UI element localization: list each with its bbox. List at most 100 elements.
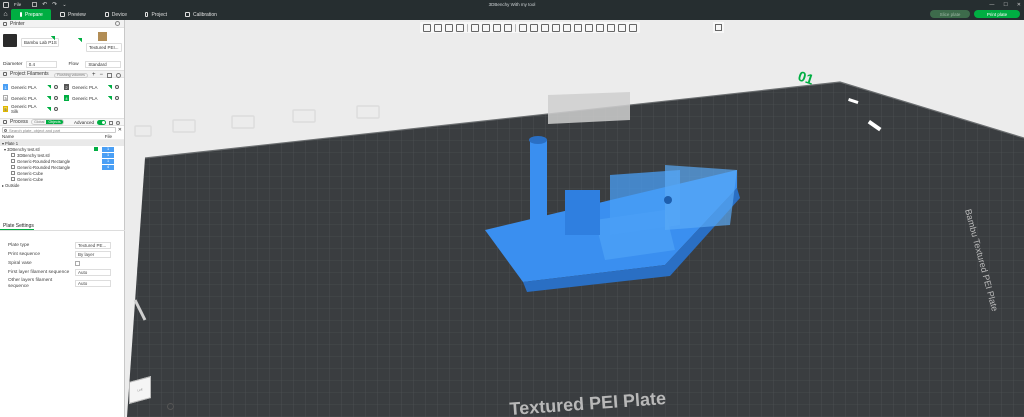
first-layer-sequence-row: First layer filament sequence Auto [0,268,125,277]
plate-icons [134,105,380,137]
tab-device[interactable]: Device [96,9,136,20]
tab-calibration[interactable]: Calibration [176,9,226,20]
rotate-icon[interactable] [530,23,538,32]
spiral-vase-row: Spiral vase [0,259,125,268]
spiral-vase-checkbox[interactable] [75,261,80,266]
orient-icon[interactable] [445,23,453,32]
plate-type-field[interactable]: Textured PE... [75,242,111,249]
part-filament-badge[interactable]: 1 [102,158,114,164]
filament-item[interactable]: 4 Generic PLA [64,94,119,102]
other-layers-sequence-row: Other layers filament sequence Auto [0,277,125,290]
device-icon [105,12,109,17]
minimize-button[interactable]: — [989,2,994,8]
print-sequence-field[interactable]: By layer [75,251,111,258]
part-icon [11,177,15,181]
close-button[interactable]: ✕ [1017,2,1021,8]
filament-settings-icon[interactable] [54,96,58,100]
color-paint-icon[interactable] [596,23,604,32]
search-icon [4,129,7,132]
move-icon[interactable] [519,23,527,32]
3d-viewport[interactable]: 01 Bambu Textured PEI Plate Textured PEI… [125,20,1024,417]
view-options-button[interactable] [713,22,724,33]
filament-item[interactable]: 1 Generic PLA [3,83,58,91]
filament-list: 1 Generic PLA 2 Generic PLA 3 Generic PL… [0,78,124,118]
print-sequence-row: Print sequence By layer [0,250,125,259]
home-icon[interactable]: ⌂ [0,9,11,20]
scale-icon[interactable] [541,23,549,32]
part-icon [11,171,15,175]
filament-settings-icon[interactable] [54,107,58,111]
flushing-volumes-button[interactable]: Flushing volumes [54,72,88,78]
calibration-icon [185,12,190,17]
left-sidebar: Printer Bambu Lab P1S Textured PEI... Di… [0,20,125,417]
tab-prepare[interactable]: Prepare [11,9,51,20]
plate-type-select[interactable]: Textured PEI... [86,43,122,52]
assembly-icon[interactable] [629,23,637,32]
preview-icon [60,12,65,17]
viewport-toolbar [420,22,640,33]
tab-preview[interactable]: Preview [51,9,96,20]
filament-settings-icon[interactable] [116,72,121,78]
part-filament-badge[interactable]: 4 [102,164,114,170]
plate-settings-panel: Plate Settings Plate type Textured PE...… [0,222,125,290]
objects-toggle[interactable]: Objects [46,120,63,124]
add-object-icon[interactable] [423,23,431,32]
part-filament-badge[interactable]: 1 [102,152,114,158]
filament-item[interactable]: 3 Generic PLA [3,94,58,102]
slice-plate-button[interactable]: Slice plate [930,10,970,18]
add-plate-icon[interactable] [434,23,442,32]
printer-settings-icon[interactable] [115,21,120,26]
main-tab-bar: ⌂ Prepare Preview Device Project Calibra… [0,9,1024,20]
window-title: 3DBenchy With my tool [488,2,536,7]
seam-paint-icon[interactable] [585,23,593,32]
filament-item[interactable]: 5 Generic PLA Silk [3,104,58,114]
diameter-select[interactable]: 0.4 [25,60,58,68]
filament-settings-icon[interactable] [115,85,119,89]
filament-settings-icon[interactable] [54,85,58,89]
prepare-icon [20,12,22,17]
clear-search-icon[interactable]: ✕ [118,127,122,133]
scene-canvas[interactable]: 01 Bambu Textured PEI Plate Textured PEI… [125,20,1024,417]
other-layers-sequence-field[interactable]: Auto [75,280,111,287]
object-filament-badge[interactable]: 1 [102,146,114,152]
process-scope-toggle[interactable]: Global Objects [31,119,64,125]
plate-type-row: Plate type Textured PE... [0,241,125,250]
flow-select[interactable]: Standard [85,60,121,68]
filament-icon [3,72,7,76]
text-shape-icon[interactable] [607,23,615,32]
lay-on-face-icon[interactable] [552,23,560,32]
maximize-button[interactable]: ☐ [1003,2,1007,8]
advanced-switch[interactable] [97,120,106,125]
filament-item[interactable]: 2 Generic PLA [64,83,119,91]
split-objects-icon[interactable] [471,23,479,32]
zoom-fit-icon[interactable] [167,403,174,410]
tree-row-outside[interactable]: ▸ Outside [0,182,124,188]
tab-project[interactable]: Project [136,9,176,20]
measure-icon[interactable] [618,23,626,32]
title-bar: File ↶ ↷ ⌄ 3DBenchy With my tool — ☐ ✕ [0,0,1024,9]
variable-height-icon[interactable] [504,23,512,32]
arrange-icon[interactable] [456,23,464,32]
compare-icon[interactable] [109,120,113,125]
print-plate-button[interactable]: Print plate [974,10,1020,18]
printer-edit-mark [51,36,55,40]
cut-icon[interactable] [563,23,571,32]
object-visible-check[interactable] [94,147,98,151]
tab-plate-settings[interactable]: Plate Settings [0,222,34,230]
plate-edit-mark [78,38,82,42]
split-parts-icon[interactable] [482,23,490,32]
global-toggle[interactable]: Global [32,120,46,124]
filament-settings-icon[interactable] [115,96,119,100]
view-options-icon [715,24,722,31]
filaments-section-header: Project Filaments Flushing volumes + − [0,70,124,78]
process-settings-icon[interactable] [116,120,120,125]
first-layer-sequence-field[interactable]: Auto [75,269,111,276]
printer-icon [3,21,7,26]
object-search-input[interactable]: Search plate, object and part [2,127,116,133]
layers-icon[interactable] [493,23,501,32]
part-icon [11,153,15,157]
printer-section-header: Printer [0,20,124,28]
part-icon [11,159,15,163]
sync-filament-icon[interactable] [107,72,112,78]
support-paint-icon[interactable] [574,23,582,32]
